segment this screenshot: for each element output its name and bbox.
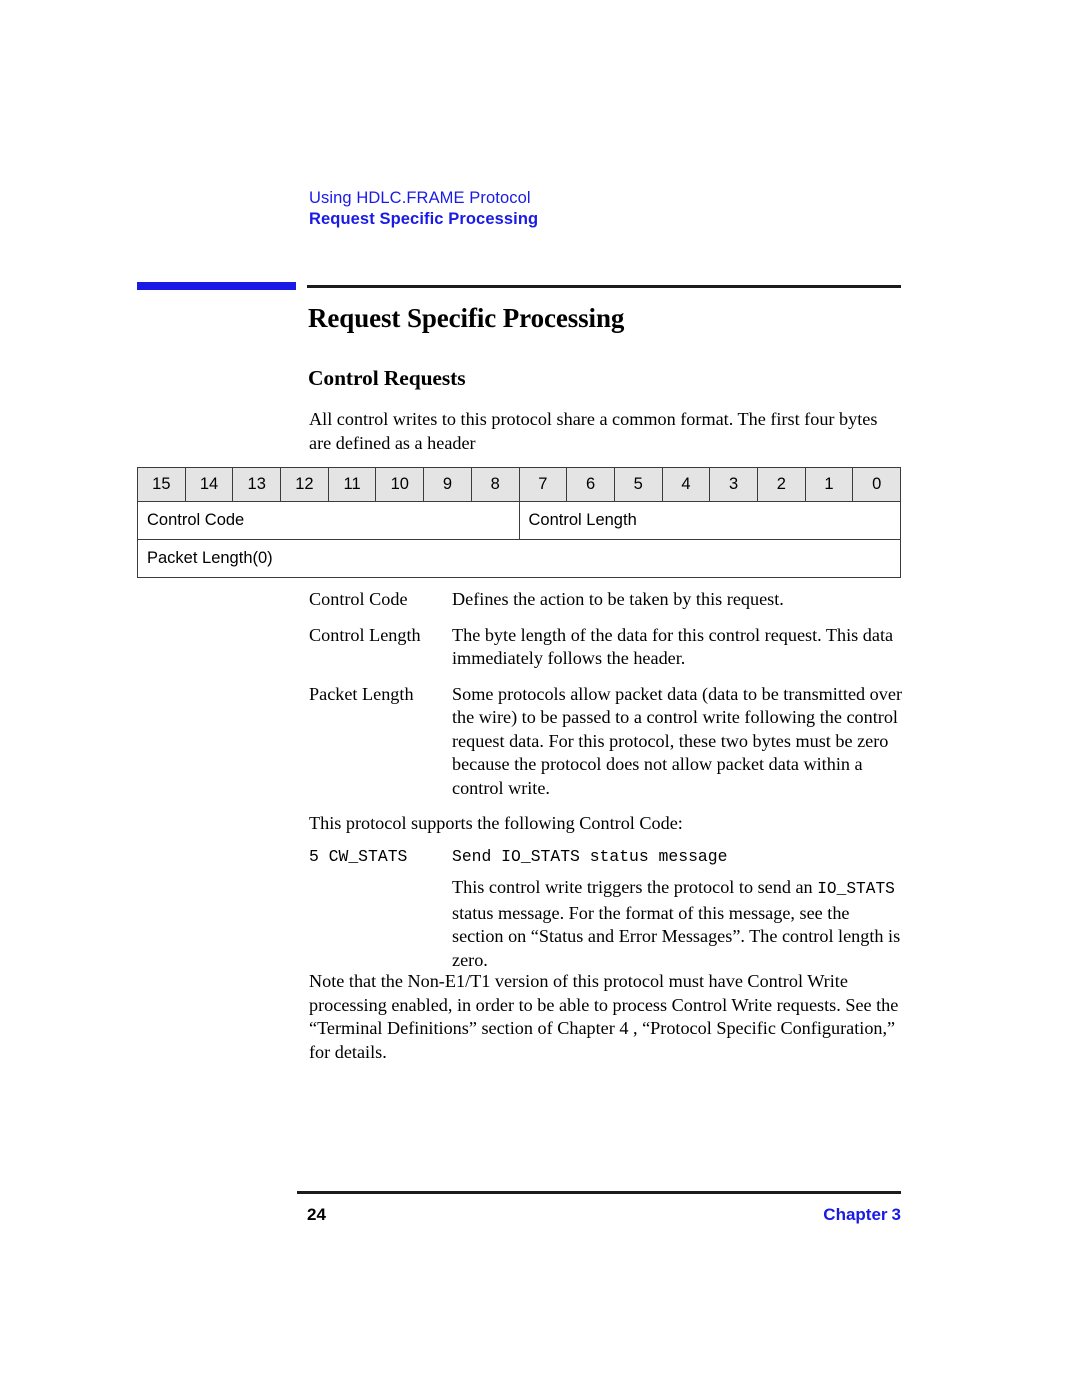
table-row-bit-numbers: 15 14 13 12 11 10 9 8 7 6 5 4 3 2 1 0 [137, 467, 901, 502]
blue-accent-bar [137, 282, 296, 290]
control-code-block: 5 CW_STATS Send IO_STATS status message [309, 845, 727, 868]
control-code-description: This control write triggers the protocol… [452, 876, 903, 972]
bit-cell-8: 8 [470, 467, 520, 502]
running-header: Using HDLC.FRAME Protocol Request Specif… [309, 188, 909, 230]
control-code-term: 5 CW_STATS [309, 847, 408, 866]
definition-term: Control Length [309, 624, 421, 645]
running-header-section: Request Specific Processing [309, 210, 539, 228]
bit-cell-10: 10 [375, 467, 425, 502]
page-title: Request Specific Processing [308, 303, 625, 333]
bit-cell-12: 12 [280, 467, 329, 502]
table-row-packet: Packet Length(0) [137, 539, 901, 578]
bit-cell-0: 0 [852, 467, 901, 502]
footer-chapter-number: 3 [891, 1205, 901, 1224]
bit-cell-11: 11 [327, 467, 377, 502]
note-paragraph: Note that the Non-E1/T1 version of this … [309, 971, 899, 1062]
bit-cell-15: 15 [137, 467, 186, 502]
footer-horizontal-rule [297, 1191, 901, 1194]
field-cell: Control Code [137, 501, 520, 540]
control-code-description-part1: This control write triggers the protocol… [452, 877, 818, 897]
bit-cell-3: 3 [709, 467, 758, 502]
bit-cell-7: 7 [518, 467, 568, 502]
bit-cell-2: 2 [756, 467, 806, 502]
bit-cell-13: 13 [232, 467, 282, 502]
section-heading: Control Requests [308, 366, 466, 390]
definition-description: The byte length of the data for this con… [452, 624, 894, 669]
io-stats-mono-token: IO_STATS [817, 880, 895, 898]
document-page: Using HDLC.FRAME Protocol Request Specif… [0, 0, 1080, 1397]
packet-cell: Packet Length(0) [137, 539, 901, 578]
field-cell: Control Length [518, 501, 901, 540]
definition-row: Control Code Defines the action to be tak… [309, 588, 903, 612]
control-code-row: 5 CW_STATS Send IO_STATS status message [309, 845, 727, 868]
bit-cell-9: 9 [423, 467, 472, 502]
bit-cell-6: 6 [566, 467, 615, 502]
supports-paragraph: This protocol supports the following Con… [309, 813, 683, 833]
definition-description: Defines the action to be taken by this r… [452, 589, 784, 609]
definition-row: Control Length The byte length of the dat… [309, 624, 903, 671]
footer-chapter-label: Chapter [823, 1205, 888, 1224]
footer-page-number: 24 [307, 1205, 326, 1224]
bit-cell-5: 5 [613, 467, 663, 502]
table-row-fields: Control Code Control Length [137, 501, 901, 540]
footer-chapter: Chapter 3 [823, 1205, 901, 1225]
definition-term: Control Code [309, 589, 408, 609]
definition-row: Packet Length Some protocols allow packet… [309, 683, 903, 801]
header-format-table: 15 14 13 12 11 10 9 8 7 6 5 4 3 2 1 0 Control Code Contr… [137, 467, 901, 578]
definition-description: Some protocols allow packet data (data t… [452, 683, 902, 798]
running-header-title: Using HDLC.FRAME Protocol [309, 189, 531, 207]
control-code-description-part2: status message. For the format of this m… [452, 902, 901, 970]
field-definitions-list: Control Code Defines the action to be tak… [309, 588, 903, 800]
definition-term: Packet Length [309, 683, 414, 704]
bit-cell-4: 4 [661, 467, 711, 502]
control-code-summary: Send IO_STATS status message [452, 847, 728, 866]
intro-paragraph: All control writes to this protocol shar… [309, 409, 878, 453]
bit-cell-1: 1 [804, 467, 854, 502]
bit-cell-14: 14 [184, 467, 234, 502]
header-horizontal-rule [307, 285, 901, 288]
